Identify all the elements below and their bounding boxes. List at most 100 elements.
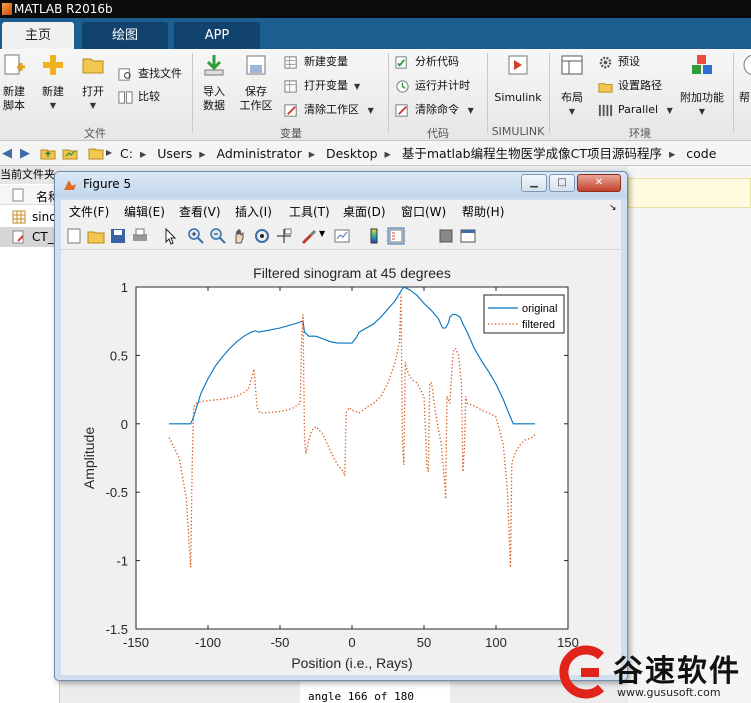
- menu-dock-arrow-icon[interactable]: ↘: [609, 203, 617, 213]
- line-chart[interactable]: -150 -100 -50 0 50 100 150-1.5-1-0.500.51 orig…: [61, 250, 621, 675]
- clear-commands-button[interactable]: 清除命令 ▼: [395, 100, 474, 120]
- legend-icon[interactable]: [387, 227, 405, 245]
- list-item-selected[interactable]: CT_: [0, 227, 60, 247]
- save-workspace-button[interactable]: 保存 工作区: [236, 53, 276, 113]
- find-files-label: 查找文件: [138, 67, 182, 80]
- simulink-icon: [508, 55, 528, 75]
- analyze-code-button[interactable]: 分析代码: [395, 52, 459, 72]
- minimize-button[interactable]: ▁: [521, 174, 547, 192]
- breadcrumb-item[interactable]: code: [686, 146, 716, 161]
- tab-home[interactable]: 主页: [2, 22, 74, 49]
- parallel-label: Parallel: [618, 103, 659, 116]
- print-icon[interactable]: [131, 227, 149, 245]
- menu-edit[interactable]: 编辑(E): [124, 203, 165, 220]
- figure-canvas[interactable]: -150 -100 -50 0 50 100 150 -1.5 -1 -0.5 0 0.5 1 orig…: [61, 250, 621, 675]
- addons-button[interactable]: 附加功能 ▼: [678, 53, 726, 119]
- link-plot-icon[interactable]: [333, 227, 351, 245]
- figure-title-bar[interactable]: Figure 5 ▁ □ ✕: [55, 172, 627, 198]
- pan-icon[interactable]: [231, 227, 249, 245]
- rotate-icon[interactable]: [253, 227, 271, 245]
- preferences-button[interactable]: 预设: [598, 52, 640, 72]
- find-files-button[interactable]: 查找文件: [118, 64, 182, 84]
- clear-commands-label: 清除命令: [415, 103, 459, 116]
- set-path-button[interactable]: 设置路径: [598, 76, 662, 96]
- forward-arrow-icon[interactable]: ▶: [20, 146, 30, 161]
- open-label: 打开: [82, 85, 104, 98]
- open-icon[interactable]: [87, 227, 105, 245]
- y-tick-label: -1.5: [106, 622, 128, 637]
- tab-plots[interactable]: 绘图: [82, 22, 168, 49]
- simulink-button[interactable]: Simulink: [493, 53, 543, 105]
- import-data-button[interactable]: 导入 数据: [198, 53, 230, 113]
- close-button[interactable]: ✕: [577, 174, 621, 192]
- menu-insert[interactable]: 插入(I): [235, 203, 272, 220]
- menu-view[interactable]: 查看(V): [179, 203, 221, 220]
- open-dropdown-icon[interactable]: ▼: [76, 99, 110, 113]
- open-variable-button[interactable]: 打开变量 ▼: [284, 76, 360, 96]
- help-icon: [743, 54, 751, 76]
- parallel-button[interactable]: Parallel ▼: [598, 100, 673, 120]
- new-script-button[interactable]: 新建 脚本: [0, 53, 28, 113]
- data-cursor-icon[interactable]: [275, 227, 293, 245]
- addons-cubes-icon: [692, 55, 712, 74]
- zoom-in-icon[interactable]: [187, 227, 205, 245]
- hide-plot-tools-icon[interactable]: [437, 227, 455, 245]
- browse-folder-icon[interactable]: [62, 145, 78, 161]
- workspace-background: [628, 166, 751, 703]
- new-variable-button[interactable]: 新建变量: [284, 52, 348, 72]
- column-header-row: 名称: [0, 185, 60, 205]
- file-group-label: 文件: [84, 127, 106, 140]
- breadcrumb-item[interactable]: Administrator: [217, 146, 302, 161]
- menu-desktop[interactable]: 桌面(D): [343, 203, 386, 220]
- menu-tools[interactable]: 工具(T): [289, 203, 330, 220]
- current-folder-header: 当前文件夹: [0, 166, 60, 184]
- compare-button[interactable]: 比较: [118, 87, 160, 107]
- save-icon[interactable]: [109, 227, 127, 245]
- open-variable-dropdown-icon[interactable]: ▼: [352, 82, 360, 91]
- clear-workspace-dropdown-icon[interactable]: ▼: [363, 106, 374, 115]
- menu-help[interactable]: 帮助(H): [462, 203, 504, 220]
- parallel-dropdown-icon[interactable]: ▼: [662, 106, 673, 115]
- new-dropdown-icon[interactable]: ▼: [36, 99, 70, 113]
- brush-dropdown-icon[interactable]: ▼: [319, 229, 325, 238]
- help-button-partial[interactable]: 帮: [738, 53, 751, 105]
- clear-commands-icon: [395, 104, 408, 117]
- breadcrumb-item[interactable]: 基于matlab编程生物医学成像CT项目源码程序: [402, 146, 662, 161]
- zoom-out-icon[interactable]: [209, 227, 227, 245]
- open-button[interactable]: 打开 ▼: [76, 53, 110, 113]
- breadcrumb-item[interactable]: Users: [157, 146, 192, 161]
- analyze-code-label: 分析代码: [415, 55, 459, 68]
- ribbon-separator: [192, 53, 193, 133]
- brush-icon[interactable]: [299, 227, 317, 245]
- up-folder-icon[interactable]: [40, 145, 56, 161]
- new-figure-icon[interactable]: [65, 227, 83, 245]
- current-folder-icon: [88, 148, 104, 160]
- x-tick-label: 100: [485, 635, 507, 650]
- breadcrumb-item[interactable]: C:: [120, 146, 133, 161]
- open-variable-label: 打开变量: [304, 79, 348, 92]
- figure-window[interactable]: Figure 5 ▁ □ ✕ 文件(F) 编辑(E) 查看(V) 插入(I) 工…: [54, 171, 628, 681]
- show-plot-tools-icon[interactable]: [459, 227, 477, 245]
- run-and-time-button[interactable]: 运行并计时: [395, 76, 470, 96]
- back-arrow-icon[interactable]: ◀: [2, 146, 12, 161]
- list-item[interactable]: sinog: [0, 207, 64, 227]
- clear-commands-dropdown-icon[interactable]: ▼: [463, 106, 474, 115]
- set-path-icon: [598, 83, 613, 93]
- breadcrumb-item[interactable]: Desktop: [326, 146, 378, 161]
- address-bar: ◀ ▶ ▸ C: ▸ Users ▸ Administrator ▸ Desktop ▸…: [0, 141, 751, 166]
- x-tick-label: 50: [417, 635, 431, 650]
- pointer-icon[interactable]: [161, 227, 179, 245]
- layout-button[interactable]: 布局 ▼: [555, 53, 589, 119]
- tab-apps[interactable]: APP: [174, 22, 260, 49]
- layout-dropdown-icon[interactable]: ▼: [555, 105, 589, 119]
- y-tick-label: 0: [121, 417, 128, 432]
- menu-file[interactable]: 文件(F): [69, 203, 109, 220]
- colorbar-icon[interactable]: [365, 227, 383, 245]
- command-window[interactable]: angle 166 of 180: [300, 678, 450, 703]
- new-button[interactable]: 新建 ▼: [36, 53, 70, 113]
- menu-window[interactable]: 窗口(W): [401, 203, 446, 220]
- ribbon-tab-strip: 主页 绘图 APP: [0, 18, 751, 49]
- maximize-button[interactable]: □: [549, 174, 575, 192]
- clear-workspace-button[interactable]: 清除工作区 ▼: [284, 100, 374, 120]
- addons-dropdown-icon[interactable]: ▼: [678, 105, 726, 119]
